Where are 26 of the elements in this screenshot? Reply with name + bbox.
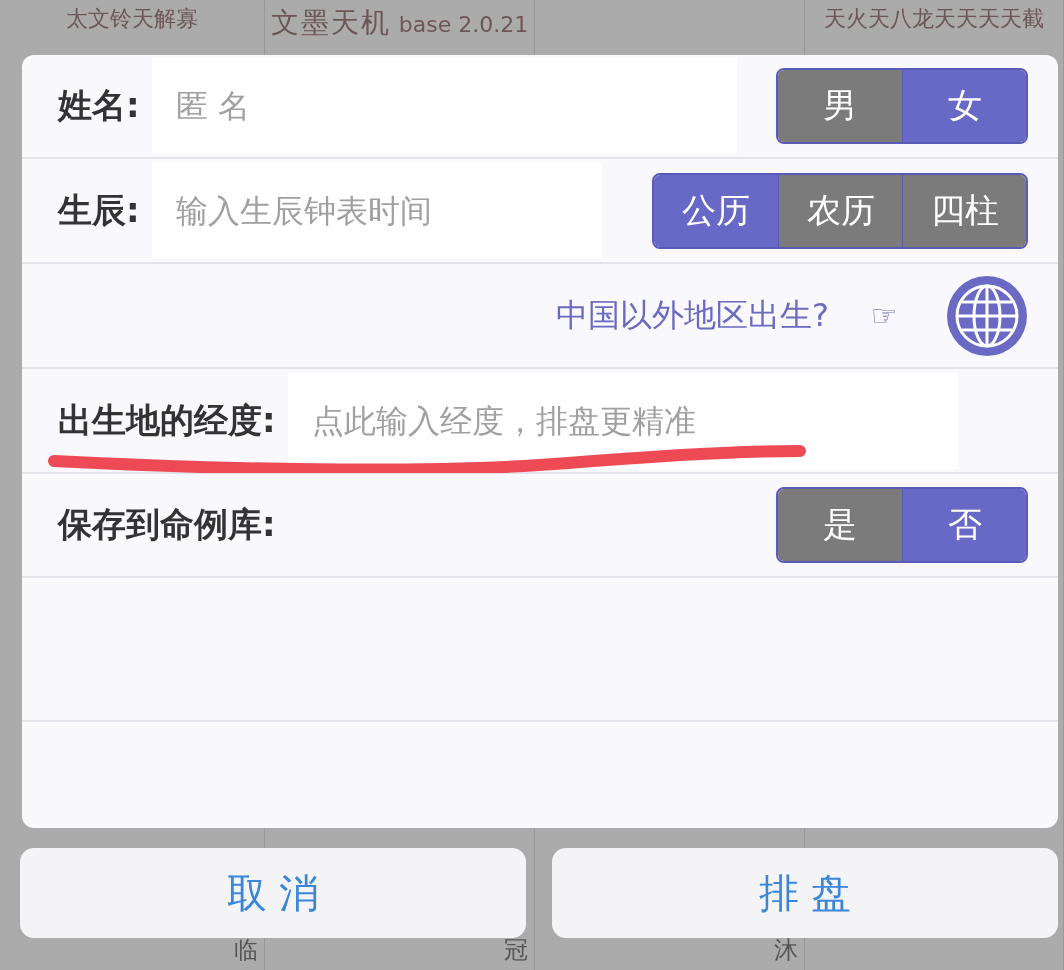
segment-option[interactable]: 男 <box>778 70 902 142</box>
background-text: 冠 <box>504 935 528 966</box>
segment-option[interactable]: 否 <box>902 489 1026 561</box>
segment-option[interactable]: 女 <box>902 70 1026 142</box>
segment-option[interactable]: 是 <box>778 489 902 561</box>
field-label: 生辰: <box>58 188 140 232</box>
field-label: 保存到命例库: <box>58 503 276 546</box>
pointer-hand-icon: ☞ <box>871 298 898 333</box>
field-label: 姓名: <box>58 84 140 127</box>
background-text: 太文铃天解寡 <box>66 5 198 33</box>
segment-option[interactable]: 四柱 <box>902 174 1026 247</box>
background-text: 文墨天机 <box>270 5 391 41</box>
globe-icon[interactable] <box>946 274 1028 357</box>
confirm-button[interactable]: 排 盘 <box>552 848 1058 938</box>
background-text: 沐 <box>774 935 798 966</box>
birth-time-field[interactable]: 输入生辰钟表时间 <box>151 162 602 259</box>
background-text: 临 <box>234 935 258 966</box>
abroad-link[interactable]: 中国以外地区出生? <box>556 293 830 338</box>
longitude-field[interactable]: 点此输入经度，排盘更精准 <box>287 372 958 469</box>
background-text: base 2.0.21 <box>398 12 529 37</box>
segment-option[interactable]: 农历 <box>778 174 902 247</box>
background-text: 天火天八龙天天天天截 <box>824 5 1044 33</box>
field-label: 出生地的经度: <box>58 398 276 442</box>
cancel-button[interactable]: 取 消 <box>20 848 526 938</box>
segment-option[interactable]: 公历 <box>654 174 778 247</box>
name-field[interactable]: 匿 名 <box>151 58 737 154</box>
